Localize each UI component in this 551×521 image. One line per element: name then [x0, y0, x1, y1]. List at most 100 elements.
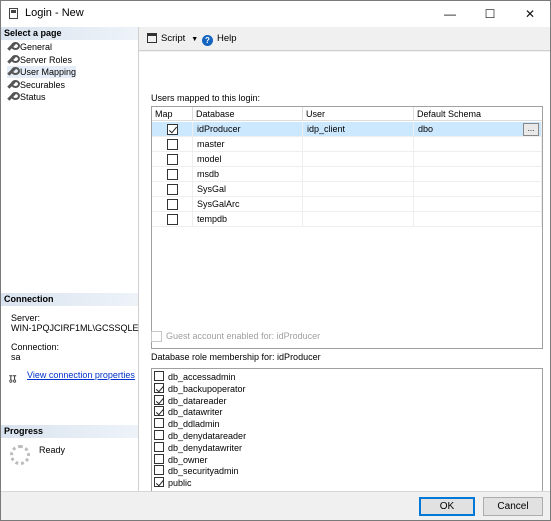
schema-cell[interactable]: [414, 182, 542, 197]
table-row[interactable]: SysGalArc: [152, 197, 542, 212]
role-label: public: [168, 478, 192, 489]
role-label: db_datawriter: [168, 407, 223, 418]
map-cell: [152, 212, 193, 227]
page-user-mapping[interactable]: User Mapping: [7, 66, 77, 78]
progress-header: Progress: [1, 425, 138, 438]
ok-button[interactable]: OK: [419, 497, 475, 516]
map-cell: [152, 197, 193, 212]
role-checkbox[interactable]: [154, 371, 164, 381]
map-cell: [152, 167, 193, 182]
role-label: db_securityadmin: [168, 466, 239, 477]
role-label: db_ddladmin: [168, 419, 220, 430]
chevron-down-icon[interactable]: ▼: [191, 33, 198, 47]
column-header-user[interactable]: User: [303, 107, 414, 121]
connection-value: sa: [11, 352, 21, 362]
role-item[interactable]: db_denydatareader: [152, 430, 532, 442]
user-cell[interactable]: [303, 197, 414, 212]
role-checkbox[interactable]: [154, 394, 164, 405]
role-checkbox[interactable]: [154, 406, 164, 417]
schema-cell[interactable]: [414, 152, 542, 167]
page-status[interactable]: Status: [7, 91, 46, 103]
role-label: db_denydatawriter: [168, 442, 243, 453]
role-label: db_datareader: [168, 395, 227, 406]
table-row[interactable]: model: [152, 152, 542, 167]
user-cell[interactable]: [303, 182, 414, 197]
role-item[interactable]: db_ddladmin: [152, 418, 532, 430]
user-cell[interactable]: [303, 152, 414, 167]
schema-cell[interactable]: [414, 167, 542, 182]
map-checkbox[interactable]: [167, 154, 178, 165]
map-checkbox[interactable]: [167, 214, 178, 225]
database-cell: SysGal: [193, 182, 303, 197]
page-server-roles[interactable]: Server Roles: [7, 54, 72, 66]
view-connection-properties-link[interactable]: View connection properties: [27, 370, 135, 381]
role-item[interactable]: db_denydatawriter: [152, 441, 532, 454]
map-checkbox[interactable]: [167, 184, 178, 195]
map-cell: [152, 152, 193, 167]
window-title: Login - New: [25, 7, 84, 19]
role-checkbox[interactable]: [154, 477, 164, 488]
database-cell: master: [193, 137, 303, 152]
role-item[interactable]: public: [152, 477, 532, 489]
browse-schema-button[interactable]: ...: [523, 123, 539, 136]
guest-account-checkbox: [151, 331, 162, 342]
table-row[interactable]: msdb: [152, 167, 542, 182]
role-item[interactable]: db_securityadmin: [152, 465, 532, 477]
connection-properties-icon: ⫱⫱: [9, 374, 17, 385]
left-pane: Select a page General Server Roles User …: [1, 27, 151, 491]
user-mapping-grid[interactable]: Map Database User Default Schema idProdu…: [151, 106, 543, 349]
role-checkbox[interactable]: [154, 465, 164, 476]
wrench-icon: [7, 80, 20, 89]
role-item[interactable]: db_datawriter: [152, 406, 532, 418]
server-value: WIN-1PQJCIRF1ML\GCSSQLEXP: [11, 323, 151, 333]
column-header-map[interactable]: Map: [152, 107, 193, 121]
role-item[interactable]: db_accessadmin: [152, 371, 532, 383]
role-checkbox[interactable]: [154, 453, 164, 464]
script-button[interactable]: Script ▼: [147, 32, 198, 46]
role-membership-list: db_accessadmin db_backupoperator db_datare…: [151, 368, 543, 502]
user-cell[interactable]: [303, 212, 414, 227]
role-item[interactable]: db_datareader: [152, 394, 532, 407]
role-checkbox[interactable]: [154, 441, 164, 452]
schema-cell[interactable]: [414, 137, 542, 152]
role-checkbox[interactable]: [154, 430, 164, 440]
role-checkbox[interactable]: [154, 418, 164, 429]
user-cell[interactable]: [303, 167, 414, 182]
map-checkbox[interactable]: [167, 124, 178, 135]
role-checkbox[interactable]: [154, 382, 164, 393]
close-button[interactable]: ✕: [510, 1, 550, 27]
map-checkbox[interactable]: [167, 139, 178, 150]
user-cell[interactable]: [303, 137, 414, 152]
role-item[interactable]: db_backupoperator: [152, 382, 532, 395]
role-label: db_owner: [168, 454, 208, 465]
database-cell: msdb: [193, 167, 303, 182]
role-label: db_accessadmin: [168, 372, 236, 382]
map-checkbox[interactable]: [167, 169, 178, 180]
table-row[interactable]: SysGal: [152, 182, 542, 197]
page-general[interactable]: General: [7, 41, 52, 53]
role-item[interactable]: db_owner: [152, 453, 532, 466]
user-cell[interactable]: idp_client: [303, 122, 414, 137]
column-header-default-schema[interactable]: Default Schema: [414, 107, 542, 121]
page-securables[interactable]: Securables: [7, 79, 65, 91]
schema-cell[interactable]: [414, 197, 542, 212]
table-row[interactable]: master: [152, 137, 542, 152]
connection-header: Connection: [1, 293, 138, 306]
cancel-button[interactable]: Cancel: [483, 497, 543, 516]
column-header-database[interactable]: Database: [193, 107, 303, 121]
select-page-header: Select a page: [1, 27, 138, 40]
schema-cell[interactable]: [414, 212, 542, 227]
maximize-button[interactable]: ☐: [470, 1, 510, 27]
help-icon: ?: [202, 35, 213, 46]
table-row[interactable]: idProducer idp_client dbo...: [152, 122, 542, 137]
table-row[interactable]: tempdb: [152, 212, 542, 227]
database-cell: model: [193, 152, 303, 167]
right-pane: Script ▼ ? Help Users mapped to this login…: [139, 27, 550, 502]
role-label: db_denydatareader: [168, 431, 247, 441]
wrench-icon: [7, 42, 20, 51]
minimize-button[interactable]: —: [430, 1, 470, 27]
help-button[interactable]: ? Help: [202, 32, 237, 46]
login-dialog: Login - New — ☐ ✕ Select a page General …: [0, 0, 551, 521]
map-checkbox[interactable]: [167, 199, 178, 210]
wrench-icon: [7, 67, 20, 76]
